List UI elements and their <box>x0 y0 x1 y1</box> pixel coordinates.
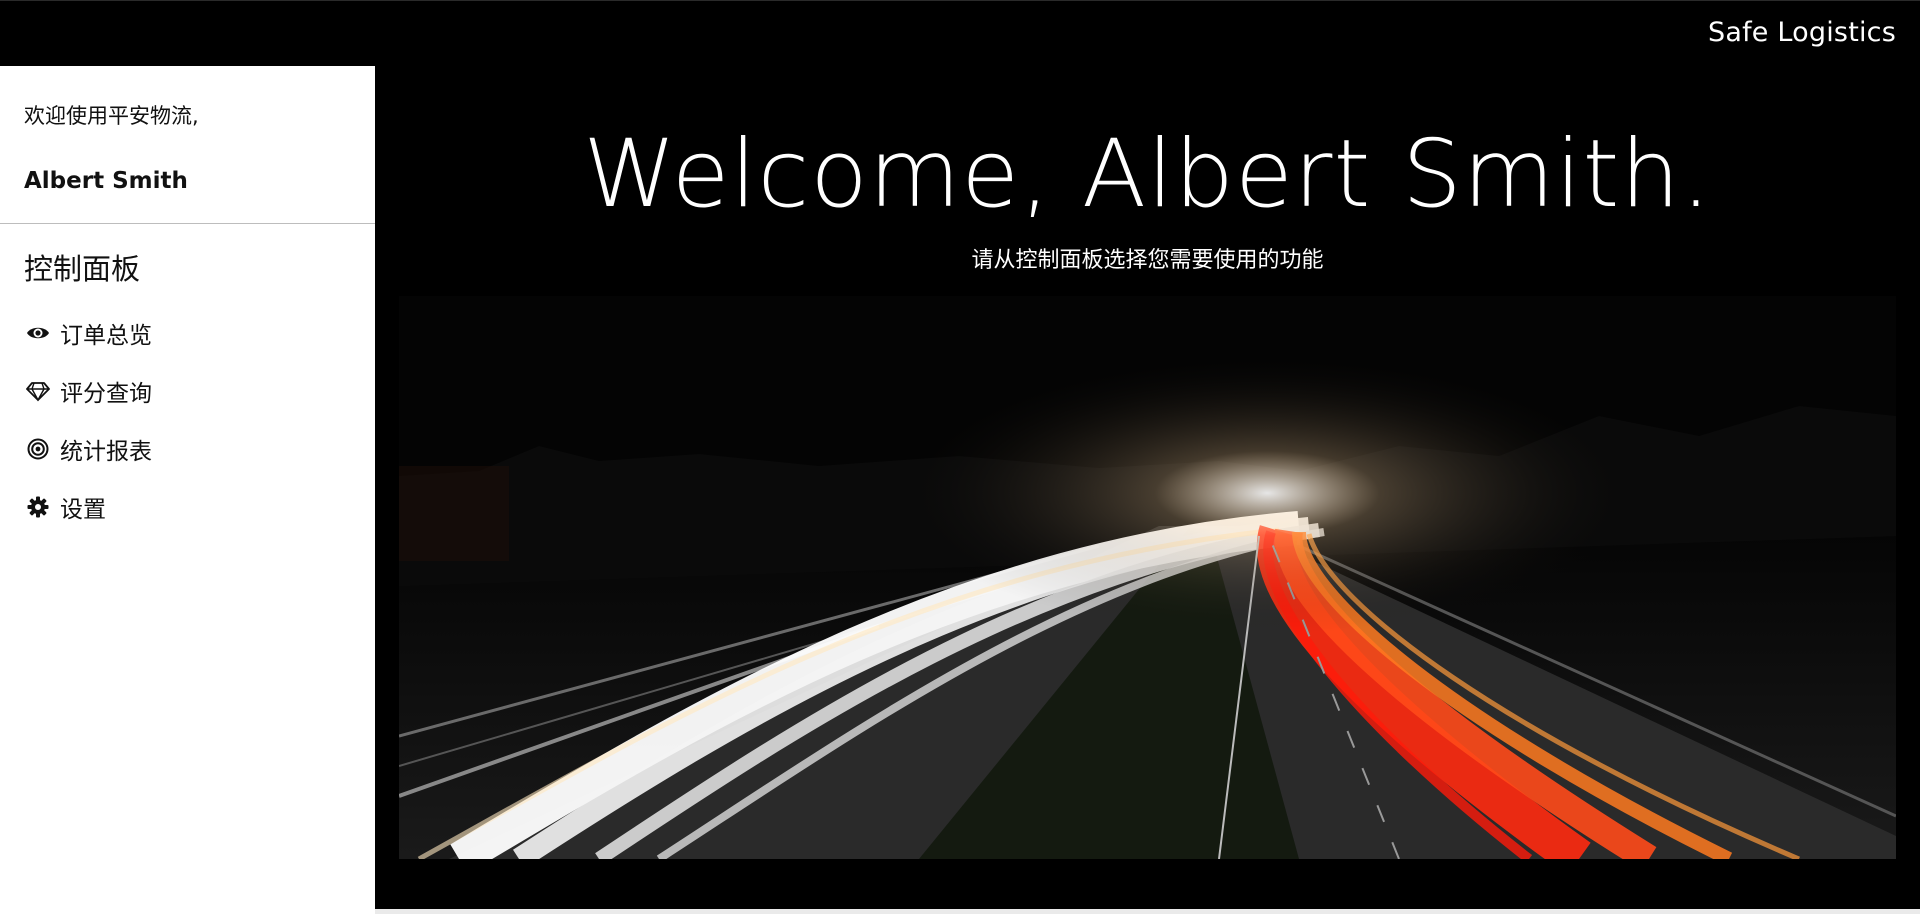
sidebar-item-label: 设置 <box>60 497 106 523</box>
sidebar-item-label: 评分查询 <box>60 381 152 407</box>
gear-icon <box>26 495 50 519</box>
main-content: Welcome, Albert Smith. 请从控制面板选择您需要使用的功能 <box>375 66 1920 909</box>
welcome-title: Welcome, Albert Smith. <box>583 120 1712 229</box>
eye-icon <box>26 321 50 345</box>
sidebar-item-label: 统计报表 <box>60 439 152 465</box>
sidebar-item-settings[interactable]: 设置 <box>0 478 375 536</box>
greeting-text: 欢迎使用平安物流, <box>24 104 199 128</box>
top-bar: Safe Logistics <box>0 0 1920 66</box>
sidebar-item-reports[interactable]: 统计报表 <box>0 420 375 478</box>
target-icon <box>26 437 50 461</box>
sidebar-item-ratings[interactable]: 评分查询 <box>0 362 375 420</box>
sidebar-nav: 控制面板 订单总览 评分查询 统计报表 设置 <box>0 224 375 536</box>
sidebar-item-orders[interactable]: 订单总览 <box>0 304 375 362</box>
user-name: Albert Smith <box>24 168 188 194</box>
bottom-strip <box>375 909 1920 914</box>
sidebar: 欢迎使用平安物流, Albert Smith 控制面板 订单总览 评分查询 统计… <box>0 66 375 909</box>
sidebar-user-panel: 欢迎使用平安物流, Albert Smith <box>0 66 375 224</box>
brand-name[interactable]: Safe Logistics <box>1708 17 1896 48</box>
welcome-subtitle: 请从控制面板选择您需要使用的功能 <box>971 248 1324 273</box>
dashboard-title: 控制面板 <box>24 252 141 286</box>
hero-image <box>399 296 1896 859</box>
diamond-icon <box>26 379 50 403</box>
sidebar-item-label: 订单总览 <box>60 323 152 349</box>
sidebar-bottom-edge <box>0 909 375 914</box>
